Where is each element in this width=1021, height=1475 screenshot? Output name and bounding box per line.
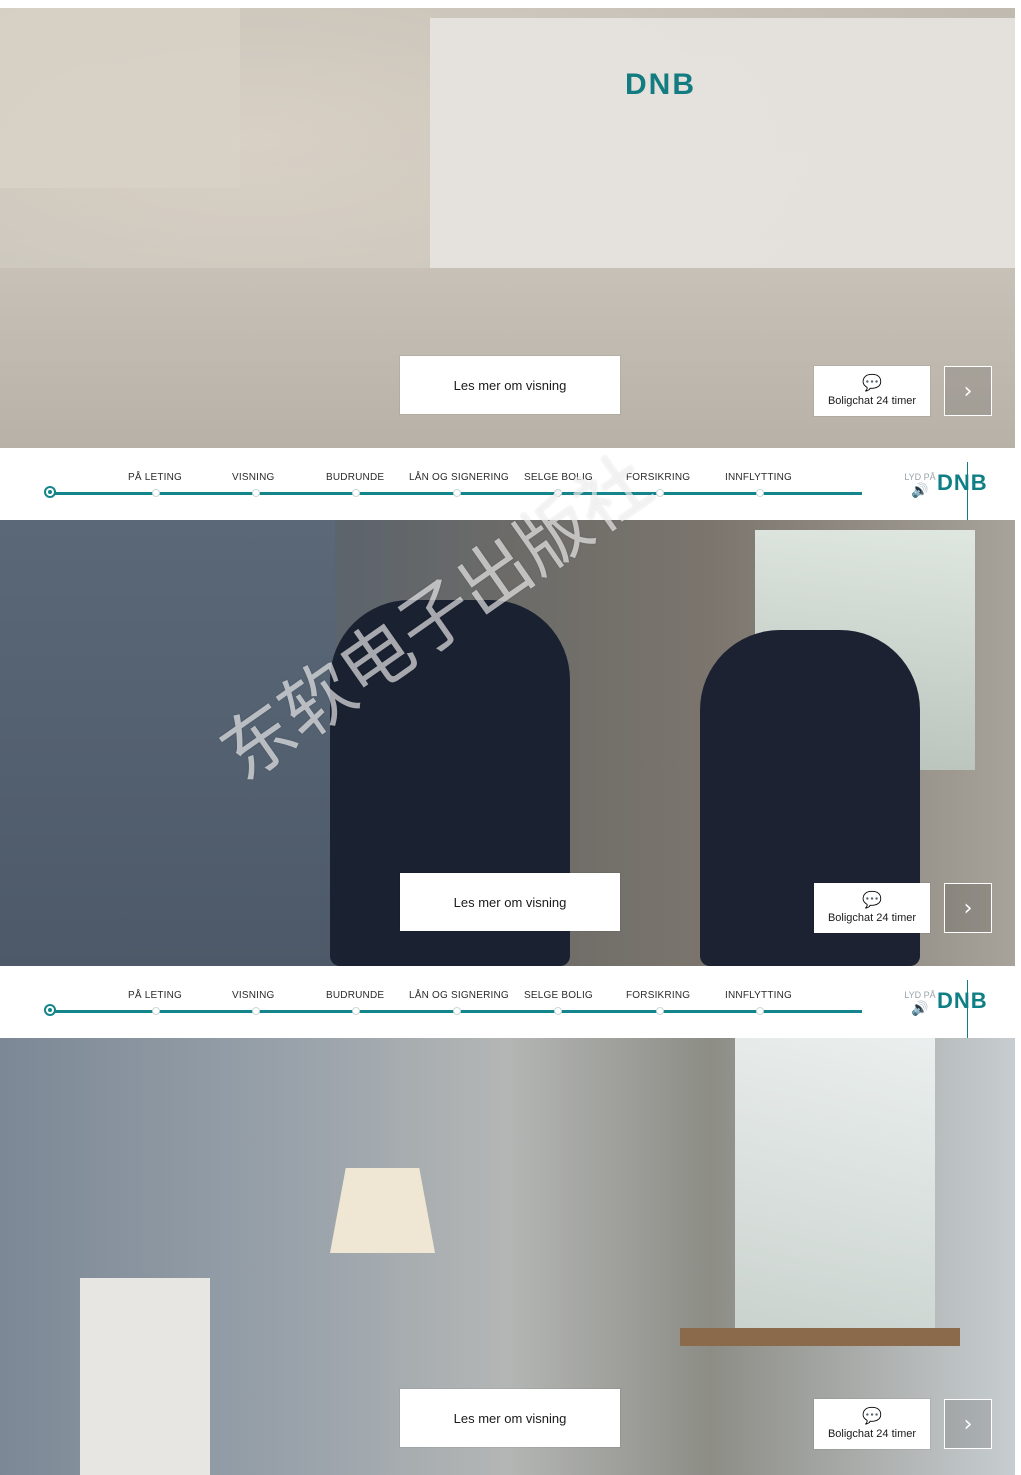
chat-label: Boligchat 24 timer: [827, 395, 917, 407]
les-mer-label: Les mer om visning: [453, 1410, 567, 1426]
step-dot: [352, 489, 360, 497]
step-selge-bolig[interactable]: SELGE BOLIG: [524, 990, 593, 1001]
chevron-right-icon: ›: [963, 1411, 973, 1437]
timeline-nav: PÅ LETING VISNING BUDRUNDE LÅN OG SIGNER…: [0, 460, 1015, 520]
step-dot: [554, 489, 562, 497]
step-innflytting[interactable]: INNFLYTTING: [725, 990, 792, 1001]
desk: [680, 1328, 960, 1346]
building-sign: DNB: [625, 68, 696, 101]
step-dot: [453, 489, 461, 497]
next-button[interactable]: ›: [944, 366, 992, 416]
step-dot: [656, 489, 664, 497]
track-start-dot: [44, 1004, 56, 1016]
step-dot: [352, 1007, 360, 1015]
step-visning[interactable]: VISNING: [232, 472, 275, 483]
chat-icon: 💬: [862, 373, 882, 392]
sound-label: LYD PÅ: [904, 990, 936, 1000]
building-right: [430, 18, 1015, 288]
step-visning[interactable]: VISNING: [232, 990, 275, 1001]
chat-label: Boligchat 24 timer: [827, 912, 917, 924]
step-forsikring[interactable]: FORSIKRING: [626, 990, 690, 1001]
door: [0, 520, 335, 966]
chat-icon: 💬: [862, 890, 882, 909]
radiator: [80, 1278, 210, 1475]
les-mer-label: Les mer om visning: [453, 377, 567, 393]
next-button[interactable]: ›: [944, 883, 992, 933]
step-dot: [453, 1007, 461, 1015]
step-selge-bolig[interactable]: SELGE BOLIG: [524, 472, 593, 483]
brand-logo: DNB: [937, 462, 997, 520]
chat-button[interactable]: 💬 Boligchat 24 timer: [814, 1399, 930, 1449]
step-innflytting[interactable]: INNFLYTTING: [725, 472, 792, 483]
les-mer-button[interactable]: Les mer om visning: [400, 356, 620, 414]
step-dot: [252, 1007, 260, 1015]
speaker-icon: 🔊: [911, 1001, 929, 1017]
step-dot: [554, 1007, 562, 1015]
step-budrunde[interactable]: BUDRUNDE: [326, 990, 384, 1001]
step-dot: [756, 1007, 764, 1015]
speaker-icon: 🔊: [911, 483, 929, 499]
step-dot: [152, 1007, 160, 1015]
step-lan-og-signering[interactable]: LÅN OG SIGNERING: [409, 990, 509, 1001]
step-budrunde[interactable]: BUDRUNDE: [326, 472, 384, 483]
step-forsikring[interactable]: FORSIKRING: [626, 472, 690, 483]
step-dot: [252, 489, 260, 497]
sound-toggle[interactable]: LYD PÅ 🔊: [900, 472, 940, 499]
window: [735, 1038, 935, 1338]
les-mer-label: Les mer om visning: [453, 894, 567, 910]
building-left: [0, 8, 240, 188]
logo-stroke: [967, 462, 968, 520]
chat-label: Boligchat 24 timer: [827, 1428, 917, 1440]
brand-logo: DNB: [937, 980, 997, 1038]
chat-button[interactable]: 💬 Boligchat 24 timer: [814, 366, 930, 416]
sound-toggle[interactable]: LYD PÅ 🔊: [900, 990, 940, 1017]
step-dot: [756, 489, 764, 497]
les-mer-button[interactable]: Les mer om visning: [400, 873, 620, 931]
step-pa-leting[interactable]: PÅ LETING: [128, 990, 182, 1001]
timeline-nav: PÅ LETING VISNING BUDRUNDE LÅN OG SIGNER…: [0, 978, 1015, 1038]
logo-stroke: [967, 980, 968, 1038]
chat-icon: 💬: [862, 1406, 882, 1425]
step-dot: [152, 489, 160, 497]
step-lan-og-signering[interactable]: LÅN OG SIGNERING: [409, 472, 509, 483]
step-pa-leting[interactable]: PÅ LETING: [128, 472, 182, 483]
step-dot: [656, 1007, 664, 1015]
les-mer-button[interactable]: Les mer om visning: [400, 1389, 620, 1447]
lamp: [330, 1168, 435, 1253]
chat-button[interactable]: 💬 Boligchat 24 timer: [814, 883, 930, 933]
next-button[interactable]: ›: [944, 1399, 992, 1449]
chevron-right-icon: ›: [963, 895, 973, 921]
sound-label: LYD PÅ: [904, 472, 936, 482]
track-start-dot: [44, 486, 56, 498]
chevron-right-icon: ›: [963, 378, 973, 404]
